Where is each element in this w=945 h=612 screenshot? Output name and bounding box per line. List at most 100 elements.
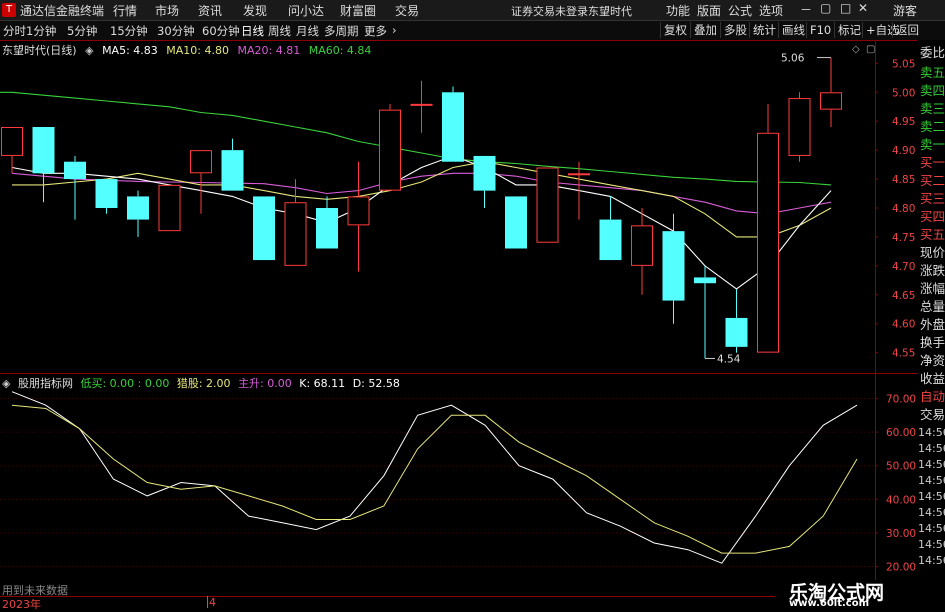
menu-news[interactable]: 资讯 <box>198 2 222 19</box>
menu-trade[interactable]: 交易 <box>395 2 419 19</box>
menu-quotes[interactable]: 行情 <box>113 2 137 19</box>
period-daily[interactable]: 日线 <box>241 23 264 39</box>
candle-body <box>662 231 685 301</box>
maximize-icon[interactable]: □ <box>840 1 851 15</box>
low-price-label: 4.54 <box>717 353 741 365</box>
period-intraday[interactable]: 分时 <box>3 23 26 39</box>
label-change: 涨跌 <box>920 263 945 278</box>
indicator-tick-label: 30.00 <box>886 528 916 540</box>
label-buy4: 买四 <box>920 209 945 224</box>
y-tick-label: 4.80 <box>892 203 915 215</box>
main-up-label: 主升: 0.00 <box>238 377 292 390</box>
period-15min[interactable]: 15分钟 <box>110 23 148 39</box>
watermark-url: www.60lt.com <box>789 598 870 609</box>
candle <box>221 138 244 191</box>
draw-button[interactable]: 画线 <box>778 22 808 38</box>
candle-body <box>379 109 401 191</box>
multi-stock-button[interactable]: 多股 <box>720 22 750 38</box>
candle <box>379 103 401 191</box>
candle-body <box>253 196 275 261</box>
close-icon[interactable]: ✕ <box>858 1 868 15</box>
candle <box>32 127 55 203</box>
period-1min[interactable]: 1分钟 <box>26 23 56 39</box>
candle-body <box>127 196 149 220</box>
minimize-icon[interactable]: － <box>800 1 812 18</box>
y-tick-label: 4.70 <box>892 261 915 273</box>
year-label: 2023年 <box>2 598 41 611</box>
label-sell2: 卖二 <box>920 119 945 134</box>
candle <box>347 161 370 272</box>
candle <box>442 86 464 162</box>
y-tick-label: 4.65 <box>892 290 915 302</box>
time-row: 14:56 <box>918 554 945 567</box>
back-button[interactable]: 返回 <box>892 22 922 38</box>
candle <box>788 92 811 162</box>
chart-area[interactable]: 5.06 4.54 ◇ ▢ 5.05 5.00 4.95 4.90 4.85 4.80 4.75 4… <box>0 40 918 582</box>
login-notice[interactable]: 证券交易未登录 <box>511 3 588 19</box>
d-label: D: 52.58 <box>352 377 400 390</box>
stock-name-label: 东望时代 <box>588 5 632 18</box>
overlay-button[interactable]: 叠加 <box>690 22 720 38</box>
candle-body <box>95 179 118 208</box>
time-row: 14:56 <box>918 426 945 439</box>
stats-button[interactable]: 统计 <box>749 22 779 38</box>
chevron-right-icon[interactable]: › <box>392 23 397 37</box>
menu-market[interactable]: 市场 <box>155 2 179 19</box>
menu-function[interactable]: 功能 <box>666 2 690 19</box>
trade-label[interactable]: 交易 <box>920 407 945 423</box>
candle <box>253 196 275 261</box>
period-60min[interactable]: 60分钟 <box>202 23 240 39</box>
menu-layout[interactable]: 版面 <box>697 2 721 19</box>
menu-wealth[interactable]: 财富圈 <box>340 2 376 19</box>
candle-body <box>347 196 370 226</box>
time-row: 14:56 <box>918 474 945 487</box>
menu-formula[interactable]: 公式 <box>728 2 752 19</box>
y-tick-label: 4.60 <box>892 319 915 331</box>
period-5min[interactable]: 5分钟 <box>67 23 97 39</box>
candle <box>316 196 338 249</box>
candle <box>284 179 307 266</box>
label-earnings: 收益 <box>920 371 945 386</box>
period-30min[interactable]: 30分钟 <box>157 23 195 39</box>
period-toolbar: 分时 1分钟 5分钟 15分钟 30分钟 60分钟 日线 周线 月线 多周期 更… <box>0 21 945 41</box>
period-multi[interactable]: 多周期 <box>324 23 359 39</box>
settings-dot-icon[interactable]: ◈ <box>2 377 10 390</box>
auto-trade-label[interactable]: 自动 <box>920 389 945 405</box>
indicator-tick-label: 50.00 <box>886 461 916 473</box>
time-row: 14:56 <box>918 506 945 519</box>
label-price: 现价 <box>920 245 945 260</box>
label-change-pct: 涨幅 <box>920 281 945 296</box>
period-monthly[interactable]: 月线 <box>296 23 319 39</box>
app-logo-icon: T <box>2 3 16 17</box>
f10-button[interactable]: F10 <box>806 22 834 38</box>
candle <box>158 184 181 232</box>
label-net-asset: 净资 <box>920 353 945 368</box>
restore-icon[interactable]: ▢ <box>820 1 831 15</box>
candle <box>662 213 685 324</box>
candle-body <box>221 150 244 191</box>
indicator-name[interactable]: 股朋指标网 <box>18 377 73 390</box>
menu-ask[interactable]: 问小达 <box>288 2 324 19</box>
guest-label[interactable]: 游客 <box>893 2 917 19</box>
label-buy2: 买二 <box>920 173 945 188</box>
label-sell3: 卖三 <box>920 101 945 116</box>
candle <box>599 196 622 261</box>
indicator-tick-label: 70.00 <box>886 393 916 405</box>
candle-body <box>284 202 307 266</box>
label-buy1: 买一 <box>920 155 945 170</box>
app-title: 通达信金融终端 <box>20 4 105 18</box>
diamond-icon: ◇ <box>852 44 860 55</box>
period-more[interactable]: 更多 <box>364 23 387 39</box>
mark-button[interactable]: 标记 <box>834 22 864 38</box>
settings-dot-icon[interactable]: ◈ <box>85 44 93 57</box>
menu-discover[interactable]: 发现 <box>243 2 267 19</box>
main-legend: 东望时代(日线) ◈ MA5: 4.83 MA10: 4.80 MA20: 4.… <box>2 42 376 58</box>
period-weekly[interactable]: 周线 <box>268 23 291 39</box>
ma60-label: MA60: 4.84 <box>308 44 372 57</box>
menu-options[interactable]: 选项 <box>759 2 783 19</box>
label-sell1: 卖一 <box>920 137 945 152</box>
restore-rights-button[interactable]: 复权 <box>660 22 690 38</box>
candle <box>631 208 653 295</box>
indicator-tick-label: 20.00 <box>886 562 916 574</box>
candle-body <box>757 132 779 353</box>
